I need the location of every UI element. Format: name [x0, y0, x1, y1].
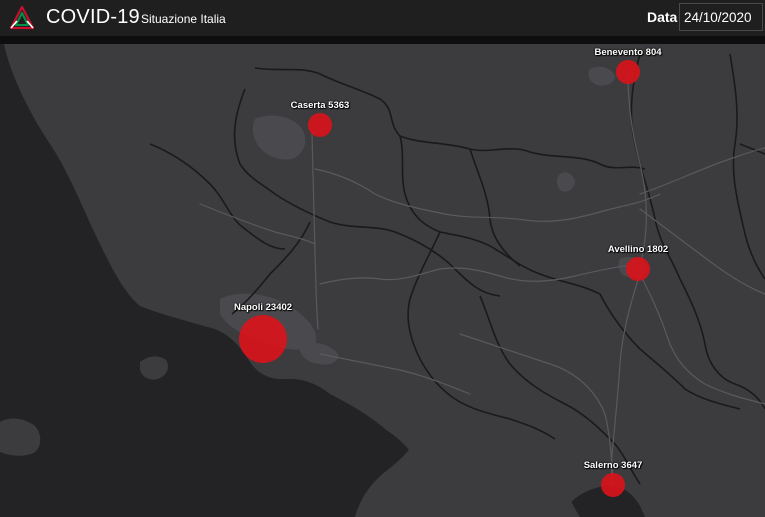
- case-bubble-caserta[interactable]: [308, 113, 332, 137]
- covid-logo-icon: [9, 5, 35, 30]
- app-title: COVID-19: [46, 6, 140, 28]
- marker-label-benevento: Benevento 804: [594, 47, 662, 58]
- app-subtitle: Situazione Italia: [141, 12, 226, 26]
- marker-label-salerno: Salerno 3647: [583, 460, 643, 471]
- basemap: [0, 44, 765, 517]
- case-bubble-benevento[interactable]: [616, 60, 640, 84]
- header-bar: COVID-19 Situazione Italia Data: [0, 0, 765, 36]
- case-bubble-salerno[interactable]: [601, 473, 625, 497]
- date-label: Data: [647, 9, 678, 25]
- marker-label-napoli: Napoli 23402: [233, 302, 293, 313]
- map-view[interactable]: Caserta 5363 Benevento 804 Avellino 1802 Na…: [0, 44, 765, 517]
- case-bubble-napoli[interactable]: [239, 315, 287, 363]
- header-separator: [0, 36, 765, 44]
- marker-label-avellino: Avellino 1802: [607, 244, 669, 255]
- date-input[interactable]: [679, 3, 763, 31]
- app-window: COVID-19 Situazione Italia Data 24/10/20…: [0, 0, 765, 517]
- marker-label-caserta: Caserta 5363: [290, 100, 350, 111]
- case-bubble-avellino[interactable]: [626, 257, 650, 281]
